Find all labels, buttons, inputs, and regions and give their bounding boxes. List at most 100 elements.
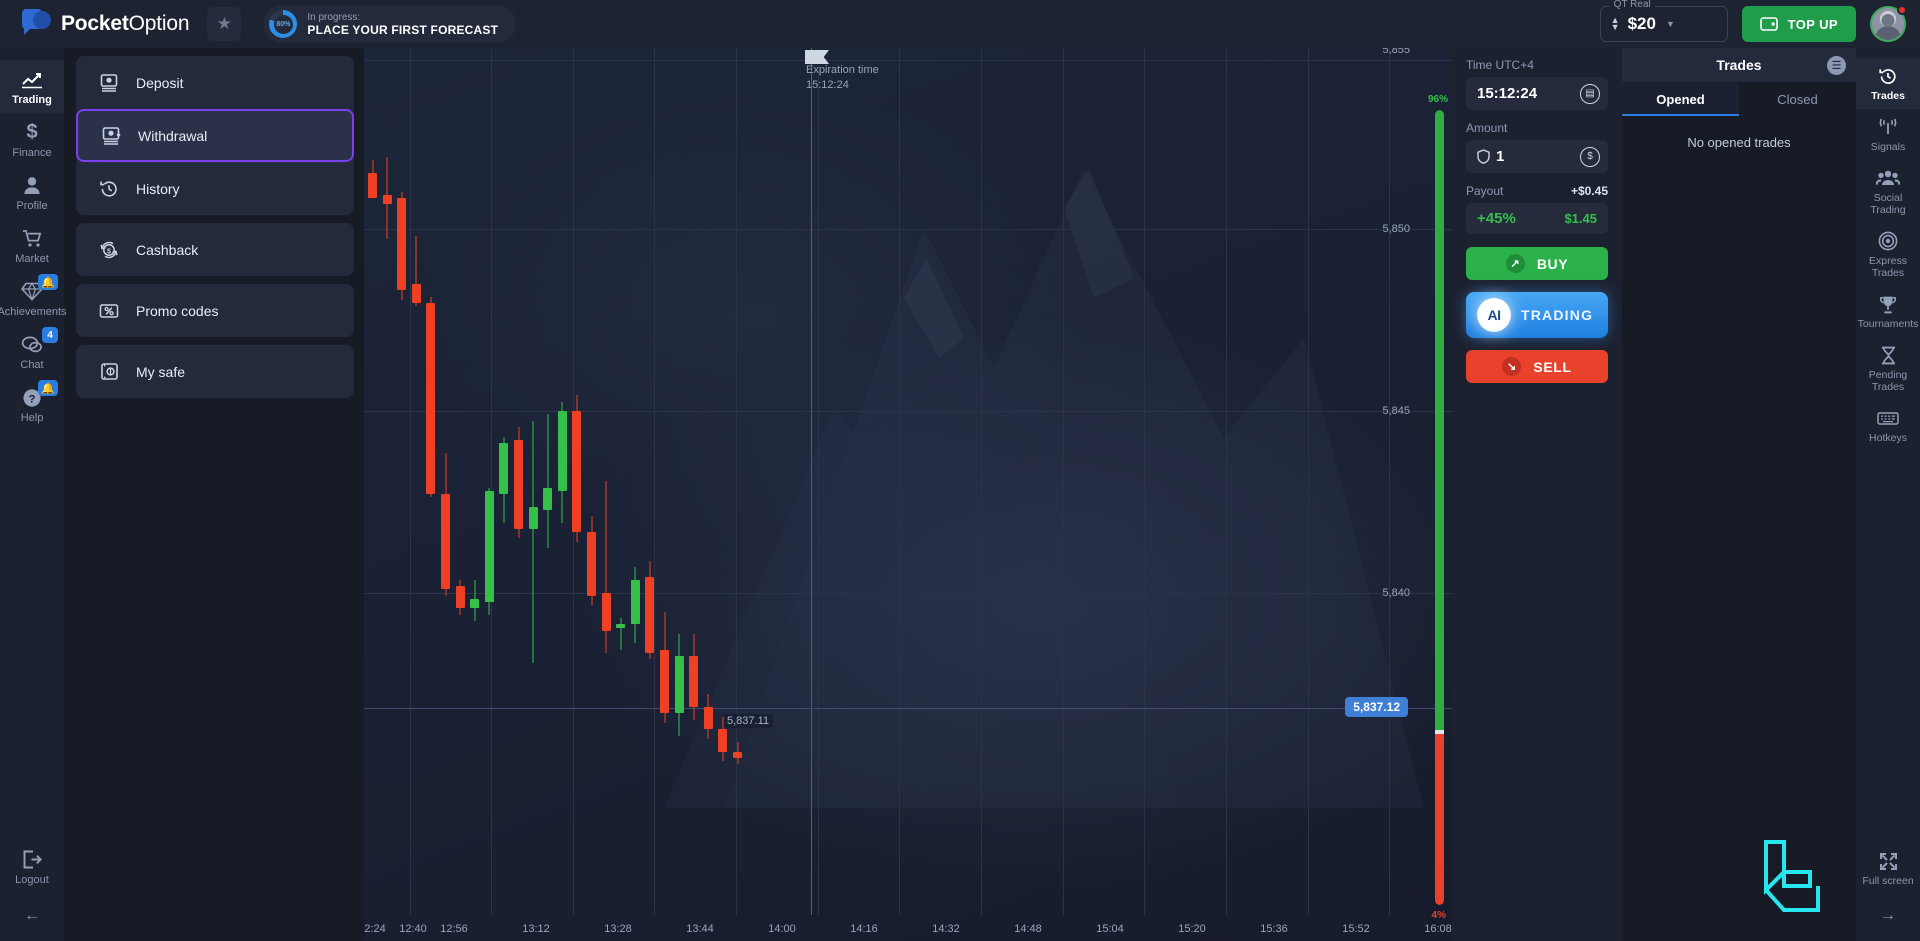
candlestick <box>689 48 699 758</box>
menu-item-label: My safe <box>136 363 186 380</box>
sentiment-bar <box>1435 110 1444 905</box>
sidebar-item-finance[interactable]: $ Finance <box>0 113 64 166</box>
candle-body <box>630 579 640 625</box>
candlestick <box>616 48 626 758</box>
sentiment-down-label: 4% <box>1431 910 1446 921</box>
x-axis-tick: 15:04 <box>1096 923 1124 935</box>
menu-item-history[interactable]: History <box>76 162 354 215</box>
candlestick <box>674 48 684 758</box>
candlestick <box>718 48 728 762</box>
rightnav-item-social-trading[interactable]: Social Trading <box>1856 160 1920 223</box>
mountain-watermark <box>664 168 1424 808</box>
tab-closed[interactable]: Closed <box>1739 82 1856 116</box>
x-axis-tick: 14:32 <box>932 923 960 935</box>
buy-button[interactable]: ↗ BUY <box>1466 247 1608 280</box>
brand-thin: Option <box>128 12 190 35</box>
candlestick <box>411 48 421 758</box>
help-badge: 🔔 <box>38 380 58 396</box>
candlestick <box>587 48 596 758</box>
menu-item-label: Withdrawal <box>138 127 208 144</box>
menu-group: Promo codes <box>76 284 354 337</box>
sidebar-item-achievements[interactable]: 🔔 Achievements <box>0 272 67 325</box>
history-icon <box>98 178 120 200</box>
collapse-right-sidebar-button[interactable]: → <box>1880 907 1896 925</box>
withdrawal-icon <box>100 125 122 147</box>
last-close-price-label: 5,837.11 <box>722 714 774 728</box>
amount-label: Amount <box>1466 121 1508 135</box>
onboarding-progress-banner[interactable]: 80% In progress: PLACE YOUR FIRST FORECA… <box>263 5 517 43</box>
candle-body <box>689 656 699 708</box>
price-chart[interactable]: 5,855 5,850 5,845 5,840 2:24 12:40 12:56… <box>364 48 1452 941</box>
notification-dot-icon <box>1897 5 1907 15</box>
brand-watermark <box>1760 838 1832 916</box>
expiration-time: 15:12:24 <box>806 79 849 91</box>
top-bar: PocketOption ★ 80% In progress: PLACE YO… <box>0 0 1920 48</box>
sell-button[interactable]: ↘ SELL <box>1466 350 1608 383</box>
expand-icon <box>1879 851 1898 871</box>
x-axis-tick: 15:52 <box>1342 923 1370 935</box>
candle-body <box>733 751 742 758</box>
account-balance-selector[interactable]: QT Real ▲ ▼ $20 ▼ <box>1599 0 1728 42</box>
tab-opened[interactable]: Opened <box>1622 82 1739 116</box>
candlestick <box>499 48 509 758</box>
expiration-time-input[interactable]: 15:12:24 ▤ <box>1466 77 1608 110</box>
x-axis-tick: 13:28 <box>604 923 632 935</box>
top-up-button[interactable]: TOP UP <box>1741 6 1856 42</box>
cart-icon <box>22 228 43 249</box>
shield-icon <box>1477 149 1490 164</box>
sidebar-item-chat[interactable]: 4 Chat <box>0 325 64 378</box>
candlestick <box>601 48 611 758</box>
logo-mark-icon <box>22 9 52 39</box>
ai-trading-button[interactable]: AI TRADING <box>1466 292 1608 338</box>
trades-panel: Trades ☰ Opened Closed No opened trades <box>1622 48 1856 941</box>
candlestick <box>733 48 742 765</box>
candle-body <box>543 487 553 510</box>
candlestick <box>455 48 465 758</box>
menu-item-cashback[interactable]: $ Cashback <box>76 223 354 276</box>
buy-label: BUY <box>1536 255 1569 272</box>
payout-label: Payout <box>1466 184 1504 198</box>
target-icon <box>1878 231 1898 251</box>
x-axis-tick: 14:00 <box>768 923 796 935</box>
rightnav-item-tournaments[interactable]: Tournaments <box>1856 286 1920 337</box>
menu-item-deposit[interactable]: Deposit <box>76 56 354 109</box>
y-axis-tick: 5,855 <box>1382 48 1410 56</box>
candle-body <box>426 303 436 494</box>
menu-item-withdrawal[interactable]: Withdrawal <box>76 109 354 162</box>
sidebar-item-help[interactable]: 🔔 ? Help <box>0 378 64 431</box>
dollar-circle-icon[interactable]: $ <box>1580 146 1600 167</box>
sidebar-item-market[interactable]: Market <box>0 219 64 272</box>
list-menu-icon[interactable]: ☰ <box>1827 55 1846 75</box>
collapse-sidebar-button[interactable]: ← <box>24 907 40 925</box>
pocket-option-watermark-icon <box>1764 840 1820 912</box>
favorites-star-icon[interactable]: ★ <box>207 7 242 41</box>
candle-body <box>718 729 728 752</box>
sidebar-label: Achievements <box>0 306 67 318</box>
menu-item-promo-codes[interactable]: Promo codes <box>76 284 354 337</box>
logout-icon <box>22 849 42 870</box>
sidebar-label: Trading <box>12 94 52 106</box>
sidebar-label: Market <box>15 253 49 265</box>
menu-item-my-safe[interactable]: My safe <box>76 345 354 398</box>
rightnav-item-trades[interactable]: Trades <box>1856 58 1920 109</box>
sidebar-item-logout[interactable]: Logout <box>0 840 64 893</box>
amount-input[interactable]: 1 $ <box>1466 140 1608 173</box>
calendar-clock-icon[interactable]: ▤ <box>1580 83 1600 104</box>
svg-text:$: $ <box>107 248 111 255</box>
top-up-label: TOP UP <box>1787 16 1838 32</box>
candle-wick <box>532 420 534 663</box>
sidebar-item-profile[interactable]: Profile <box>0 166 64 219</box>
candle-body <box>382 194 392 205</box>
sidebar-label: Help <box>20 412 44 424</box>
rightnav-item-hotkeys[interactable]: Hotkeys <box>1856 400 1920 451</box>
trades-tabs: Opened Closed <box>1622 82 1856 116</box>
brand-logo[interactable]: PocketOption <box>0 9 190 39</box>
rightnav-item-pending-trades[interactable]: Pending Trades <box>1856 337 1920 400</box>
rightnav-item-signals[interactable]: Signals <box>1856 109 1920 160</box>
candle-body <box>499 443 509 494</box>
candlestick <box>397 48 407 758</box>
fullscreen-button[interactable]: Full screen <box>1856 843 1920 894</box>
rightnav-item-express-trades[interactable]: Express Trades <box>1856 223 1920 286</box>
user-avatar-button[interactable] <box>1870 5 1907 42</box>
sidebar-item-trading[interactable]: Trading <box>0 60 64 113</box>
